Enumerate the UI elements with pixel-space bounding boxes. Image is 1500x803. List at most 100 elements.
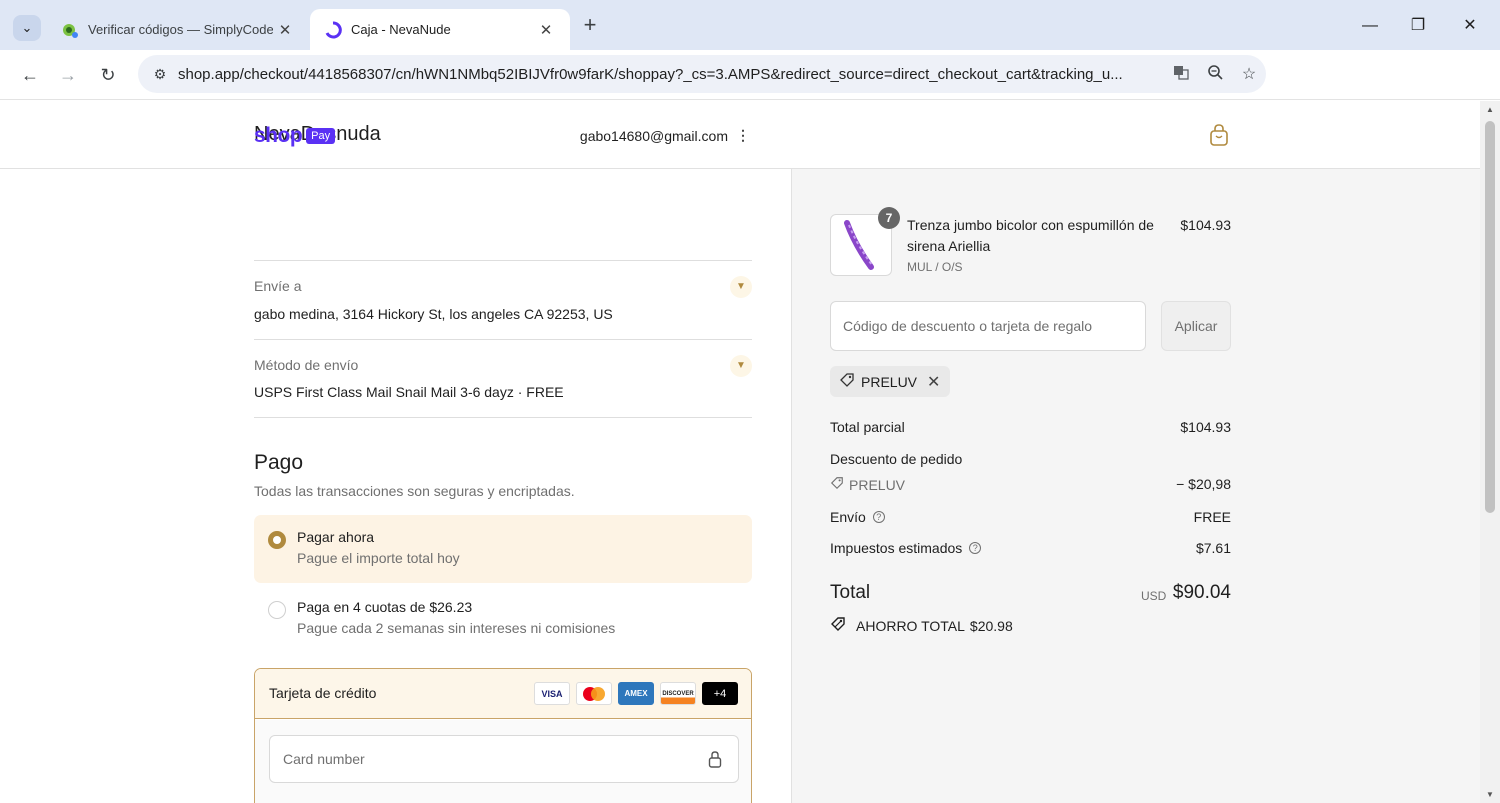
installments-option[interactable]: Paga en 4 cuotas de $26.23 Pague cada 2 … [254,585,752,653]
address-bar[interactable]: ⚙ shop.app/checkout/4418568307/cn/hWN1NM… [138,55,1266,93]
savings-tag-icon [830,616,848,635]
shopping-bag-icon[interactable] [1208,123,1230,147]
tab-search-button[interactable]: ⌄ [13,15,41,41]
applied-code-chip: PRELUV ✕ [830,366,951,397]
divider [254,339,752,340]
installments-title: Paga en 4 cuotas de $26.23 [297,599,473,615]
tab-title: Verificar códigos — SimplyCodes [88,22,273,37]
apply-discount-button[interactable]: Aplicar [1161,301,1231,351]
pay-now-option[interactable]: Pagar ahora Pague el importe total hoy [254,515,752,583]
reload-button[interactable]: ↻ [95,62,121,88]
installments-desc: Pague cada 2 semanas sin intereses ni co… [297,620,616,636]
close-window-button[interactable]: ✕ [1450,12,1490,40]
amex-logo-icon: AMEX [618,682,654,705]
url-text[interactable]: shop.app/checkout/4418568307/cn/hWN1NMbq… [178,66,1164,83]
installments-radio[interactable] [268,601,286,619]
card-number-field[interactable]: Card number [269,735,739,783]
credit-card-section: Tarjeta de crédito VISA AMEX DISCOVER +4… [254,668,752,803]
chevron-down-icon[interactable]: ▼ [730,276,752,298]
help-icon[interactable]: ? [872,511,885,523]
total-currency: USD [1141,589,1167,603]
zoom-icon[interactable] [1198,64,1232,85]
quantity-badge: 7 [878,207,900,229]
tab-simplycodes[interactable]: Verificar códigos — SimplyCodes ✕ [47,9,309,50]
ship-to-address: gabo medina, 3164 Hickory St, los angele… [254,306,613,322]
applied-code-label: PRELUV [861,373,918,390]
scroll-thumb[interactable] [1485,121,1495,513]
chevron-down-icon: ⌄ [21,20,33,35]
total-savings: AHORRO TOTAL $20.98 [830,616,1013,635]
discount-code-field[interactable]: Código de descuento o tarjeta de regalo [830,301,1146,351]
shipping-method-label: Método de envío [254,357,359,373]
tax-row: Impuestos estimados ? [830,540,982,556]
divider [254,417,752,418]
tag-icon [839,372,855,391]
new-tab-button[interactable]: + [578,14,602,38]
discount-code-row: PRELUV [830,476,905,493]
restore-button[interactable]: ❐ [1398,12,1438,40]
tag-icon [830,476,844,493]
total-value: $90.04 [1172,582,1231,603]
simplycodes-favicon-icon [61,21,79,39]
pay-now-title: Pagar ahora [297,529,375,545]
back-button[interactable]: ← [17,62,43,88]
checkout-page: NevaDesnuda shop Pay gabo14680@gmail.com… [0,101,1480,803]
site-settings-icon[interactable]: ⚙ [142,66,178,83]
tax-value: $7.61 [1195,540,1231,556]
shop-pay-logo: shop Pay [254,124,336,148]
card-number-placeholder: Card number [283,751,365,767]
total-label: Total [830,582,871,603]
scroll-up-icon[interactable]: ▲ [1484,105,1496,114]
divider [254,260,752,261]
product-variant: MUL / O/S [907,260,963,274]
order-discount-label: Descuento de pedido [830,451,963,467]
pay-now-desc: Pague el importe total hoy [297,550,460,566]
account-menu[interactable]: gabo14680@gmail.com ⋮ [580,127,750,144]
close-tab-icon[interactable]: ✕ [534,21,558,39]
discount-value: − $20,98 [1176,476,1231,492]
savings-label: AHORRO TOTAL [856,617,965,634]
bookmark-star-icon[interactable]: ☆ [1232,64,1266,84]
shop-pay-word: shop [254,124,303,147]
card-logos: VISA AMEX DISCOVER +4 [534,682,738,705]
translate-icon[interactable] [1164,64,1198,85]
discount-placeholder: Código de descuento o tarjeta de regalo [843,318,1093,334]
shipping-label: Envío [830,509,866,525]
shop-pay-badge: Pay [306,128,336,144]
browser-toolbar: ← → ↻ ⚙ shop.app/checkout/4418568307/cn/… [0,50,1500,135]
remove-code-icon[interactable]: ✕ [927,372,940,392]
page-scrollbar[interactable]: ▲ ▼ [1480,101,1500,803]
tab-strip: ⌄ Verificar códigos — SimplyCodes ✕ Caja… [0,0,1500,50]
discover-logo-icon: DISCOVER [660,682,696,705]
minimize-button[interactable]: — [1350,12,1390,40]
credit-card-header[interactable]: Tarjeta de crédito VISA AMEX DISCOVER +4 [255,669,751,719]
tax-label: Impuestos estimados [830,540,963,556]
shipping-value: FREE [1193,509,1231,525]
subtotal-value: $104.93 [1180,419,1231,435]
scroll-down-icon[interactable]: ▼ [1484,790,1496,799]
more-options-icon[interactable]: ⋮ [736,127,750,144]
ship-to-label: Envíe a [254,278,302,294]
help-icon[interactable]: ? [969,542,982,554]
tab-nevanude[interactable]: Caja - NevaNude ✕ [310,9,570,50]
lock-icon [708,750,722,768]
subtotal-label: Total parcial [830,419,905,435]
savings-value: $20.98 [969,617,1013,634]
shipping-row: Envío ? [830,509,885,525]
close-tab-icon[interactable]: ✕ [273,21,297,39]
credit-card-form: Card number [255,720,751,803]
chevron-down-icon[interactable]: ▼ [730,355,752,377]
discount-code-label: PRELUV [849,476,906,493]
credit-card-label: Tarjeta de crédito [269,685,377,701]
tab-title: Caja - NevaNude [351,22,451,37]
payment-subtitle: Todas las transacciones son seguras y en… [254,483,575,499]
mastercard-logo-icon [576,682,612,705]
forward-button[interactable]: → [55,62,81,88]
shipping-method-value: USPS First Class Mail Snail Mail 3-6 day… [254,384,564,400]
payment-title: Pago [254,451,304,474]
account-email: gabo14680@gmail.com [579,127,728,144]
more-cards-badge: +4 [702,682,738,705]
product-price: $104.93 [1180,217,1231,233]
visa-logo-icon: VISA [534,682,570,705]
pay-now-radio[interactable] [268,531,286,549]
